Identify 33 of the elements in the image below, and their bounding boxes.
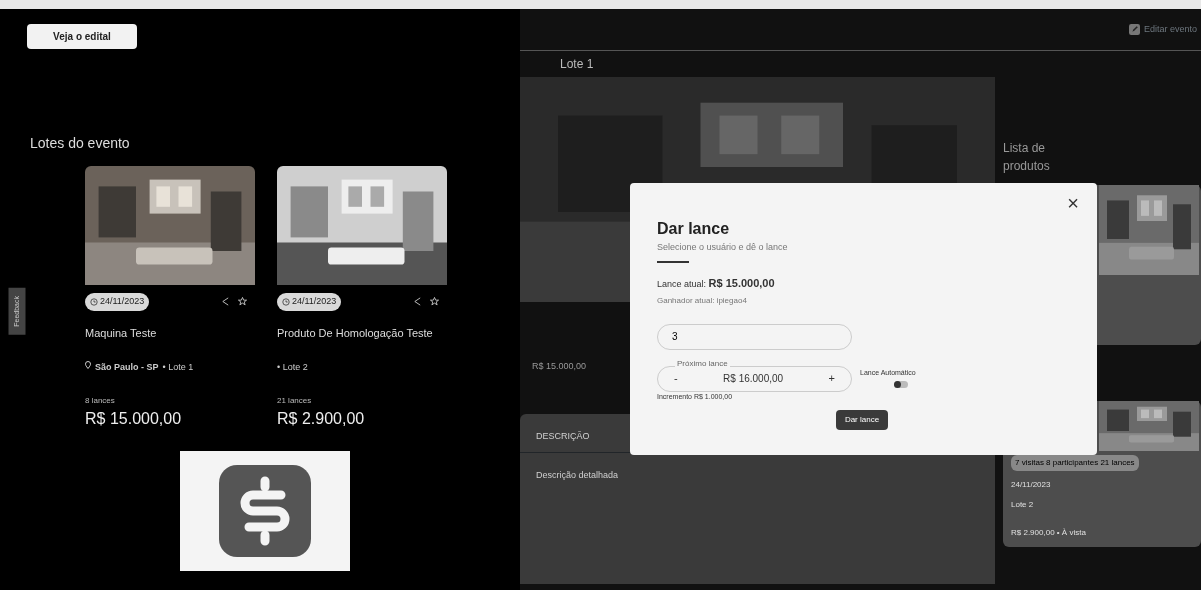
- product-title: Lote 2: [1011, 499, 1035, 511]
- bid-count: 8 lances: [85, 394, 116, 407]
- products-title: Lista de produtos: [1003, 140, 1051, 175]
- submit-button[interactable]: Dar lance: [835, 410, 889, 430]
- tab[interactable]: DESCRIÇÃO: [536, 431, 590, 441]
- lot-price: R$ 2.900,00: [277, 408, 366, 429]
- lot-title: Maquina Teste: [85, 325, 158, 341]
- date-badge: 24/11/2023: [85, 293, 150, 311]
- current-winner: Ganhador atual: ipiegao4: [657, 295, 748, 307]
- date-text: 24/11/2023: [1011, 479, 1052, 491]
- date-badge: 24/11/2023: [277, 293, 342, 311]
- product-price: R$ 2.900,00 • À vista: [1011, 527, 1087, 539]
- stats-badge: 7 visitas 8 participantes 21 lances: [1011, 455, 1139, 471]
- bid-count: 21 lances: [277, 394, 313, 407]
- bid-amount: R$ 16.000,00: [723, 372, 784, 386]
- lot-price: R$ 15.000,00: [85, 408, 183, 429]
- edital-button[interactable]: Veja o edital: [27, 24, 137, 49]
- current-bid: Lance atual: R$ 15.000,00: [657, 275, 776, 291]
- field-value: R$ 15.000,00: [532, 360, 587, 373]
- bidder-field[interactable]: 3: [657, 323, 852, 350]
- lot-location: São Paulo - SP: [95, 360, 159, 374]
- dialog-subtitle: Selecione o usuário e dê o lance: [657, 241, 789, 254]
- edit-event-button[interactable]: Editar evento: [1128, 22, 1197, 37]
- section-title: Lotes do evento: [30, 134, 131, 153]
- description-text: Descrição detalhada: [535, 468, 620, 482]
- lot-heading: Lote 1: [559, 56, 595, 73]
- lot-number: • Lote 1: [162, 360, 194, 374]
- increment-button[interactable]: +: [822, 370, 841, 387]
- dialog-title: Dar lance: [657, 219, 731, 239]
- lot-title: Produto De Homologação Teste: [277, 325, 434, 341]
- lot-number: • Lote 2: [277, 360, 308, 374]
- close-button[interactable]: ×: [1061, 187, 1085, 219]
- decrement-button[interactable]: -: [668, 370, 684, 387]
